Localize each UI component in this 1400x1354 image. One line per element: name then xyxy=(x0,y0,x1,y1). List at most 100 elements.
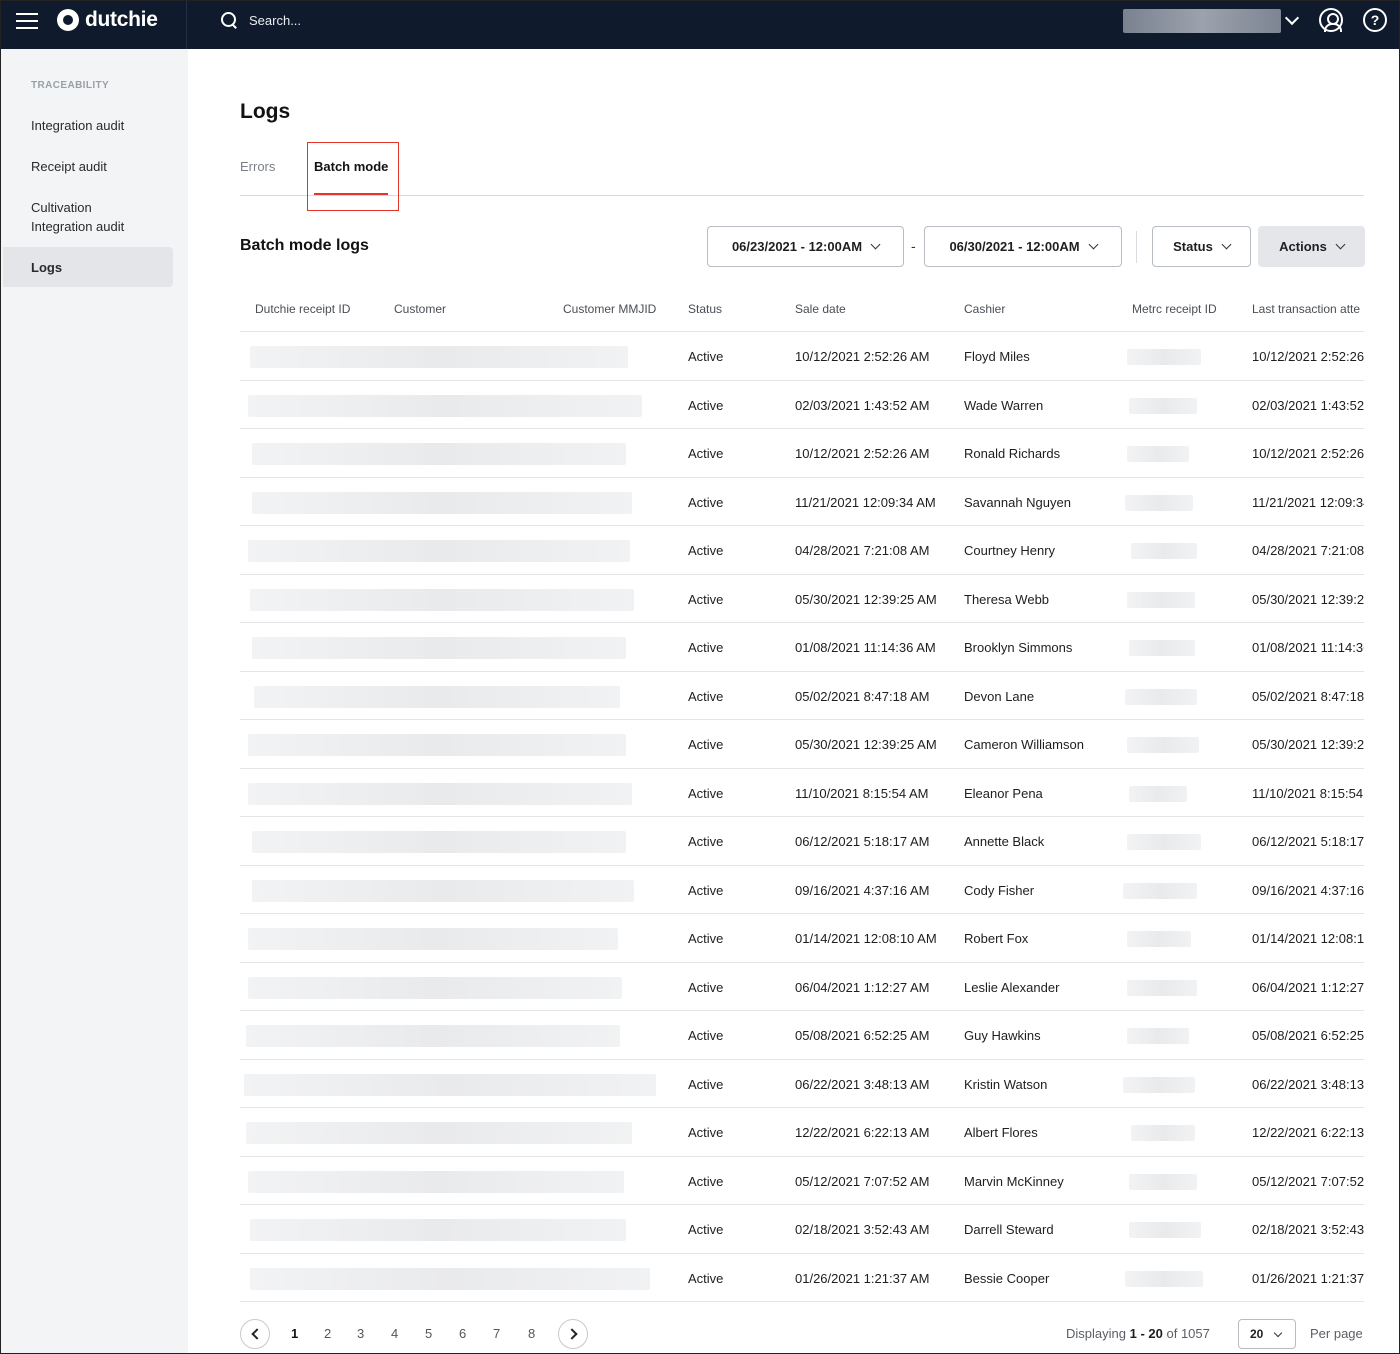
tab-errors[interactable]: Errors xyxy=(240,159,275,174)
app-window: dutchie Search... ? TRACEABILITY Integra… xyxy=(0,0,1400,1354)
table-row[interactable]: Active 12/22/2021 6:22:13 AM Albert Flores… xyxy=(240,1108,1364,1157)
search-input[interactable]: Search... xyxy=(221,9,621,31)
page-number-4[interactable]: 4 xyxy=(391,1326,398,1341)
redacted-metrc-receipt-id xyxy=(1127,737,1199,753)
status-cell: Active xyxy=(688,494,724,510)
cashier-cell: Ronald Richards xyxy=(964,446,1061,461)
next-page-button[interactable] xyxy=(558,1319,588,1349)
table-row[interactable]: Active 01/26/2021 1:21:37 AM Bessie Cooper… xyxy=(240,1254,1364,1302)
previous-page-button[interactable] xyxy=(240,1319,270,1349)
help-icon[interactable]: ? xyxy=(1363,8,1387,32)
table-row[interactable]: Active 05/30/2021 12:39:25 AM Cameron Will… xyxy=(240,720,1364,769)
redacted-metrc-receipt-id xyxy=(1127,979,1197,996)
status-cell: Active xyxy=(688,543,724,558)
redacted-metrc-receipt-id xyxy=(1129,1222,1201,1238)
column-header-customer-mmjid[interactable]: Customer MMJID xyxy=(563,302,656,316)
dutchie-logo-icon xyxy=(57,9,79,31)
column-header-last-transaction[interactable]: Last transaction atte xyxy=(1252,302,1364,316)
sidebar-item-logs[interactable]: Logs xyxy=(3,247,173,287)
redacted-customer-info xyxy=(248,928,618,950)
cashier-cell: Cody Fisher xyxy=(964,882,1035,898)
table-row[interactable]: Active 01/08/2021 11:14:36 AM Brooklyn Sim… xyxy=(240,623,1364,672)
table-row[interactable]: Active 05/12/2021 7:07:52 AM Marvin McKinn… xyxy=(240,1157,1364,1205)
page-number-3[interactable]: 3 xyxy=(357,1326,364,1341)
page-number-8[interactable]: 8 xyxy=(528,1326,535,1341)
dutchie-logo[interactable]: dutchie xyxy=(57,8,158,32)
page-number-1[interactable]: 1 xyxy=(291,1326,298,1341)
last-transaction-cell: 02/18/2021 3:52:43 xyxy=(1252,1222,1364,1237)
column-header-customer[interactable]: Customer xyxy=(394,302,446,316)
table-row[interactable]: Active 06/04/2021 1:12:27 AM Leslie Alexan… xyxy=(240,963,1364,1011)
table-row[interactable]: Active 05/08/2021 6:52:25 AM Guy Hawkins 05… xyxy=(240,1011,1364,1060)
table-row[interactable]: Active 10/12/2021 2:52:26 AM Ronald Richar… xyxy=(240,429,1364,478)
sale-date-cell: 02/03/2021 1:43:52 AM xyxy=(795,397,930,413)
sale-date-cell: 12/22/2021 6:22:13 AM xyxy=(795,1125,930,1140)
sidebar-item-integration-audit[interactable]: Integration audit xyxy=(3,116,173,135)
last-transaction-cell: 04/28/2021 7:21:08 xyxy=(1252,543,1364,558)
redacted-metrc-receipt-id xyxy=(1125,494,1193,511)
table-row[interactable]: Active 11/21/2021 12:09:34 AM Savannah Ngu… xyxy=(240,478,1364,526)
status-cell: Active xyxy=(688,349,724,364)
chevron-right-icon xyxy=(566,1328,578,1340)
sale-date-cell: 02/18/2021 3:52:43 AM xyxy=(795,1222,930,1237)
sale-date-cell: 05/08/2021 6:52:25 AM xyxy=(795,1028,930,1043)
sale-date-cell: 05/02/2021 8:47:18 AM xyxy=(795,688,930,704)
tab-batch-mode[interactable]: Batch mode xyxy=(314,159,388,174)
page-title: Logs xyxy=(240,100,291,123)
end-date-picker[interactable]: 06/30/2021 - 12:00AM xyxy=(924,226,1122,267)
last-transaction-cell: 06/12/2021 5:18:17 A xyxy=(1252,834,1364,849)
table-row[interactable]: Active 04/28/2021 7:21:08 AM Courtney Henr… xyxy=(240,526,1364,575)
sale-date-cell: 11/21/2021 12:09:34 AM xyxy=(795,494,936,510)
redacted-customer-info xyxy=(250,346,628,368)
page-number-2[interactable]: 2 xyxy=(324,1326,331,1341)
column-header-status[interactable]: Status xyxy=(688,302,722,316)
table-row[interactable]: Active 10/12/2021 2:52:26 AM Floyd Miles 10… xyxy=(240,332,1364,381)
section-title: Batch mode logs xyxy=(240,237,369,254)
last-transaction-cell: 05/30/2021 12:39:2 xyxy=(1252,737,1364,752)
redacted-metrc-receipt-id xyxy=(1131,1125,1195,1141)
sidebar-item-receipt-audit[interactable]: Receipt audit xyxy=(3,157,173,176)
status-cell: Active xyxy=(688,979,724,995)
status-filter-button[interactable]: Status xyxy=(1152,226,1251,267)
sale-date-cell: 05/30/2021 12:39:25 AM xyxy=(795,591,937,607)
user-account-icon[interactable] xyxy=(1319,8,1343,32)
location-selector[interactable] xyxy=(1123,9,1281,33)
table-row[interactable]: Active 02/03/2021 1:43:52 AM Wade Warren 02… xyxy=(240,381,1364,429)
table-row[interactable]: Active 11/10/2021 8:15:54 AM Eleanor Pena 1… xyxy=(240,769,1364,817)
last-transaction-cell: 11/21/2021 12:09:34 xyxy=(1252,494,1364,510)
hamburger-menu-icon[interactable] xyxy=(16,13,38,33)
page-number-7[interactable]: 7 xyxy=(493,1326,500,1341)
sidebar-item-cultivation-integration-audit[interactable]: Cultivation Integration audit xyxy=(3,198,153,236)
redacted-metrc-receipt-id xyxy=(1123,1076,1195,1093)
cashier-cell: Theresa Webb xyxy=(964,591,1050,607)
end-date-value: 06/30/2021 - 12:00AM xyxy=(949,239,1080,254)
status-cell: Active xyxy=(688,640,724,655)
redacted-customer-info xyxy=(250,588,634,611)
page-number-5[interactable]: 5 xyxy=(425,1326,432,1341)
status-cell: Active xyxy=(688,1125,724,1140)
column-header-cashier[interactable]: Cashier xyxy=(964,302,1005,316)
sale-date-cell: 01/08/2021 11:14:36 AM xyxy=(795,640,936,655)
table-row[interactable]: Active 06/22/2021 3:48:13 AM Kristin Watso… xyxy=(240,1060,1364,1108)
table-row[interactable]: Active 06/12/2021 5:18:17 AM Annette Black… xyxy=(240,817,1364,866)
table-row[interactable]: Active 01/14/2021 12:08:10 AM Robert Fox 01… xyxy=(240,914,1364,963)
column-header-sale-date[interactable]: Sale date xyxy=(795,302,846,316)
per-page-select[interactable]: 20 xyxy=(1238,1319,1296,1349)
sale-date-cell: 01/26/2021 1:21:37 AM xyxy=(795,1270,930,1286)
start-date-picker[interactable]: 06/23/2021 - 12:00AM xyxy=(707,226,904,267)
status-cell: Active xyxy=(688,931,724,946)
actions-button[interactable]: Actions xyxy=(1258,226,1365,267)
table-row[interactable]: Active 02/18/2021 3:52:43 AM Darrell Stewa… xyxy=(240,1205,1364,1254)
table-row[interactable]: Active 09/16/2021 4:37:16 AM Cody Fisher 09… xyxy=(240,866,1364,914)
table-row[interactable]: Active 05/02/2021 8:47:18 AM Devon Lane 05/… xyxy=(240,672,1364,720)
status-cell: Active xyxy=(688,737,724,752)
page-number-6[interactable]: 6 xyxy=(459,1326,466,1341)
column-header-dutchie-receipt-id[interactable]: Dutchie receipt ID xyxy=(255,302,350,316)
last-transaction-cell: 05/30/2021 12:39:2 xyxy=(1252,591,1364,607)
chevron-down-icon[interactable] xyxy=(1284,10,1300,26)
redacted-metrc-receipt-id xyxy=(1127,591,1195,608)
date-range-separator: - xyxy=(911,238,916,254)
table-row[interactable]: Active 05/30/2021 12:39:25 AM Theresa Webb… xyxy=(240,575,1364,623)
last-transaction-cell: 01/08/2021 11:14:36 xyxy=(1252,640,1364,655)
column-header-metrc-receipt-id[interactable]: Metrc receipt ID xyxy=(1132,302,1217,316)
